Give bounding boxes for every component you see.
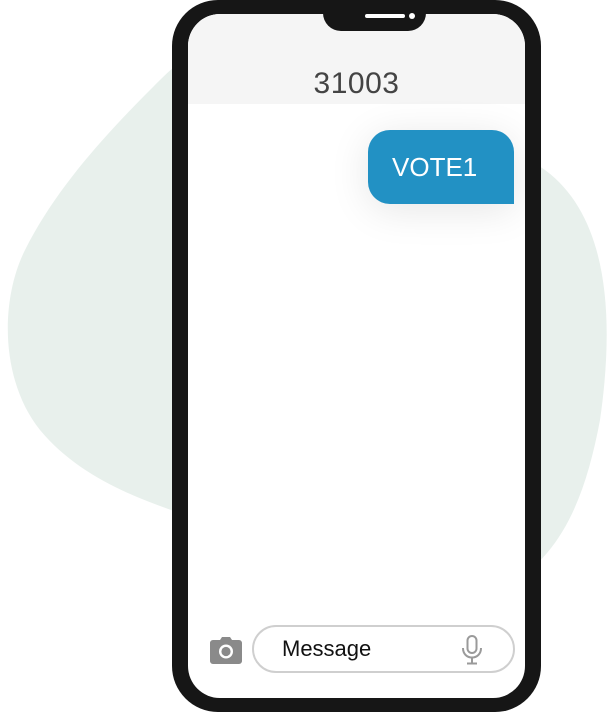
microphone-button[interactable] [461,635,483,665]
camera-button[interactable] [210,636,242,664]
microphone-icon [462,635,482,665]
messages-screen: 31003 VOTE1 Message [188,14,525,698]
phone-notch [323,0,426,31]
message-placeholder: Message [282,636,372,661]
phone-frame: 31003 VOTE1 Message [172,0,541,712]
illustration: 31003 VOTE1 Message [0,0,613,715]
message-input[interactable]: Message [252,625,515,673]
contact-number[interactable]: 31003 [188,67,525,101]
front-camera-icon [409,13,415,19]
speaker-icon [365,14,405,18]
sent-message-bubble[interactable]: VOTE1 [368,130,514,204]
camera-icon [210,637,242,664]
